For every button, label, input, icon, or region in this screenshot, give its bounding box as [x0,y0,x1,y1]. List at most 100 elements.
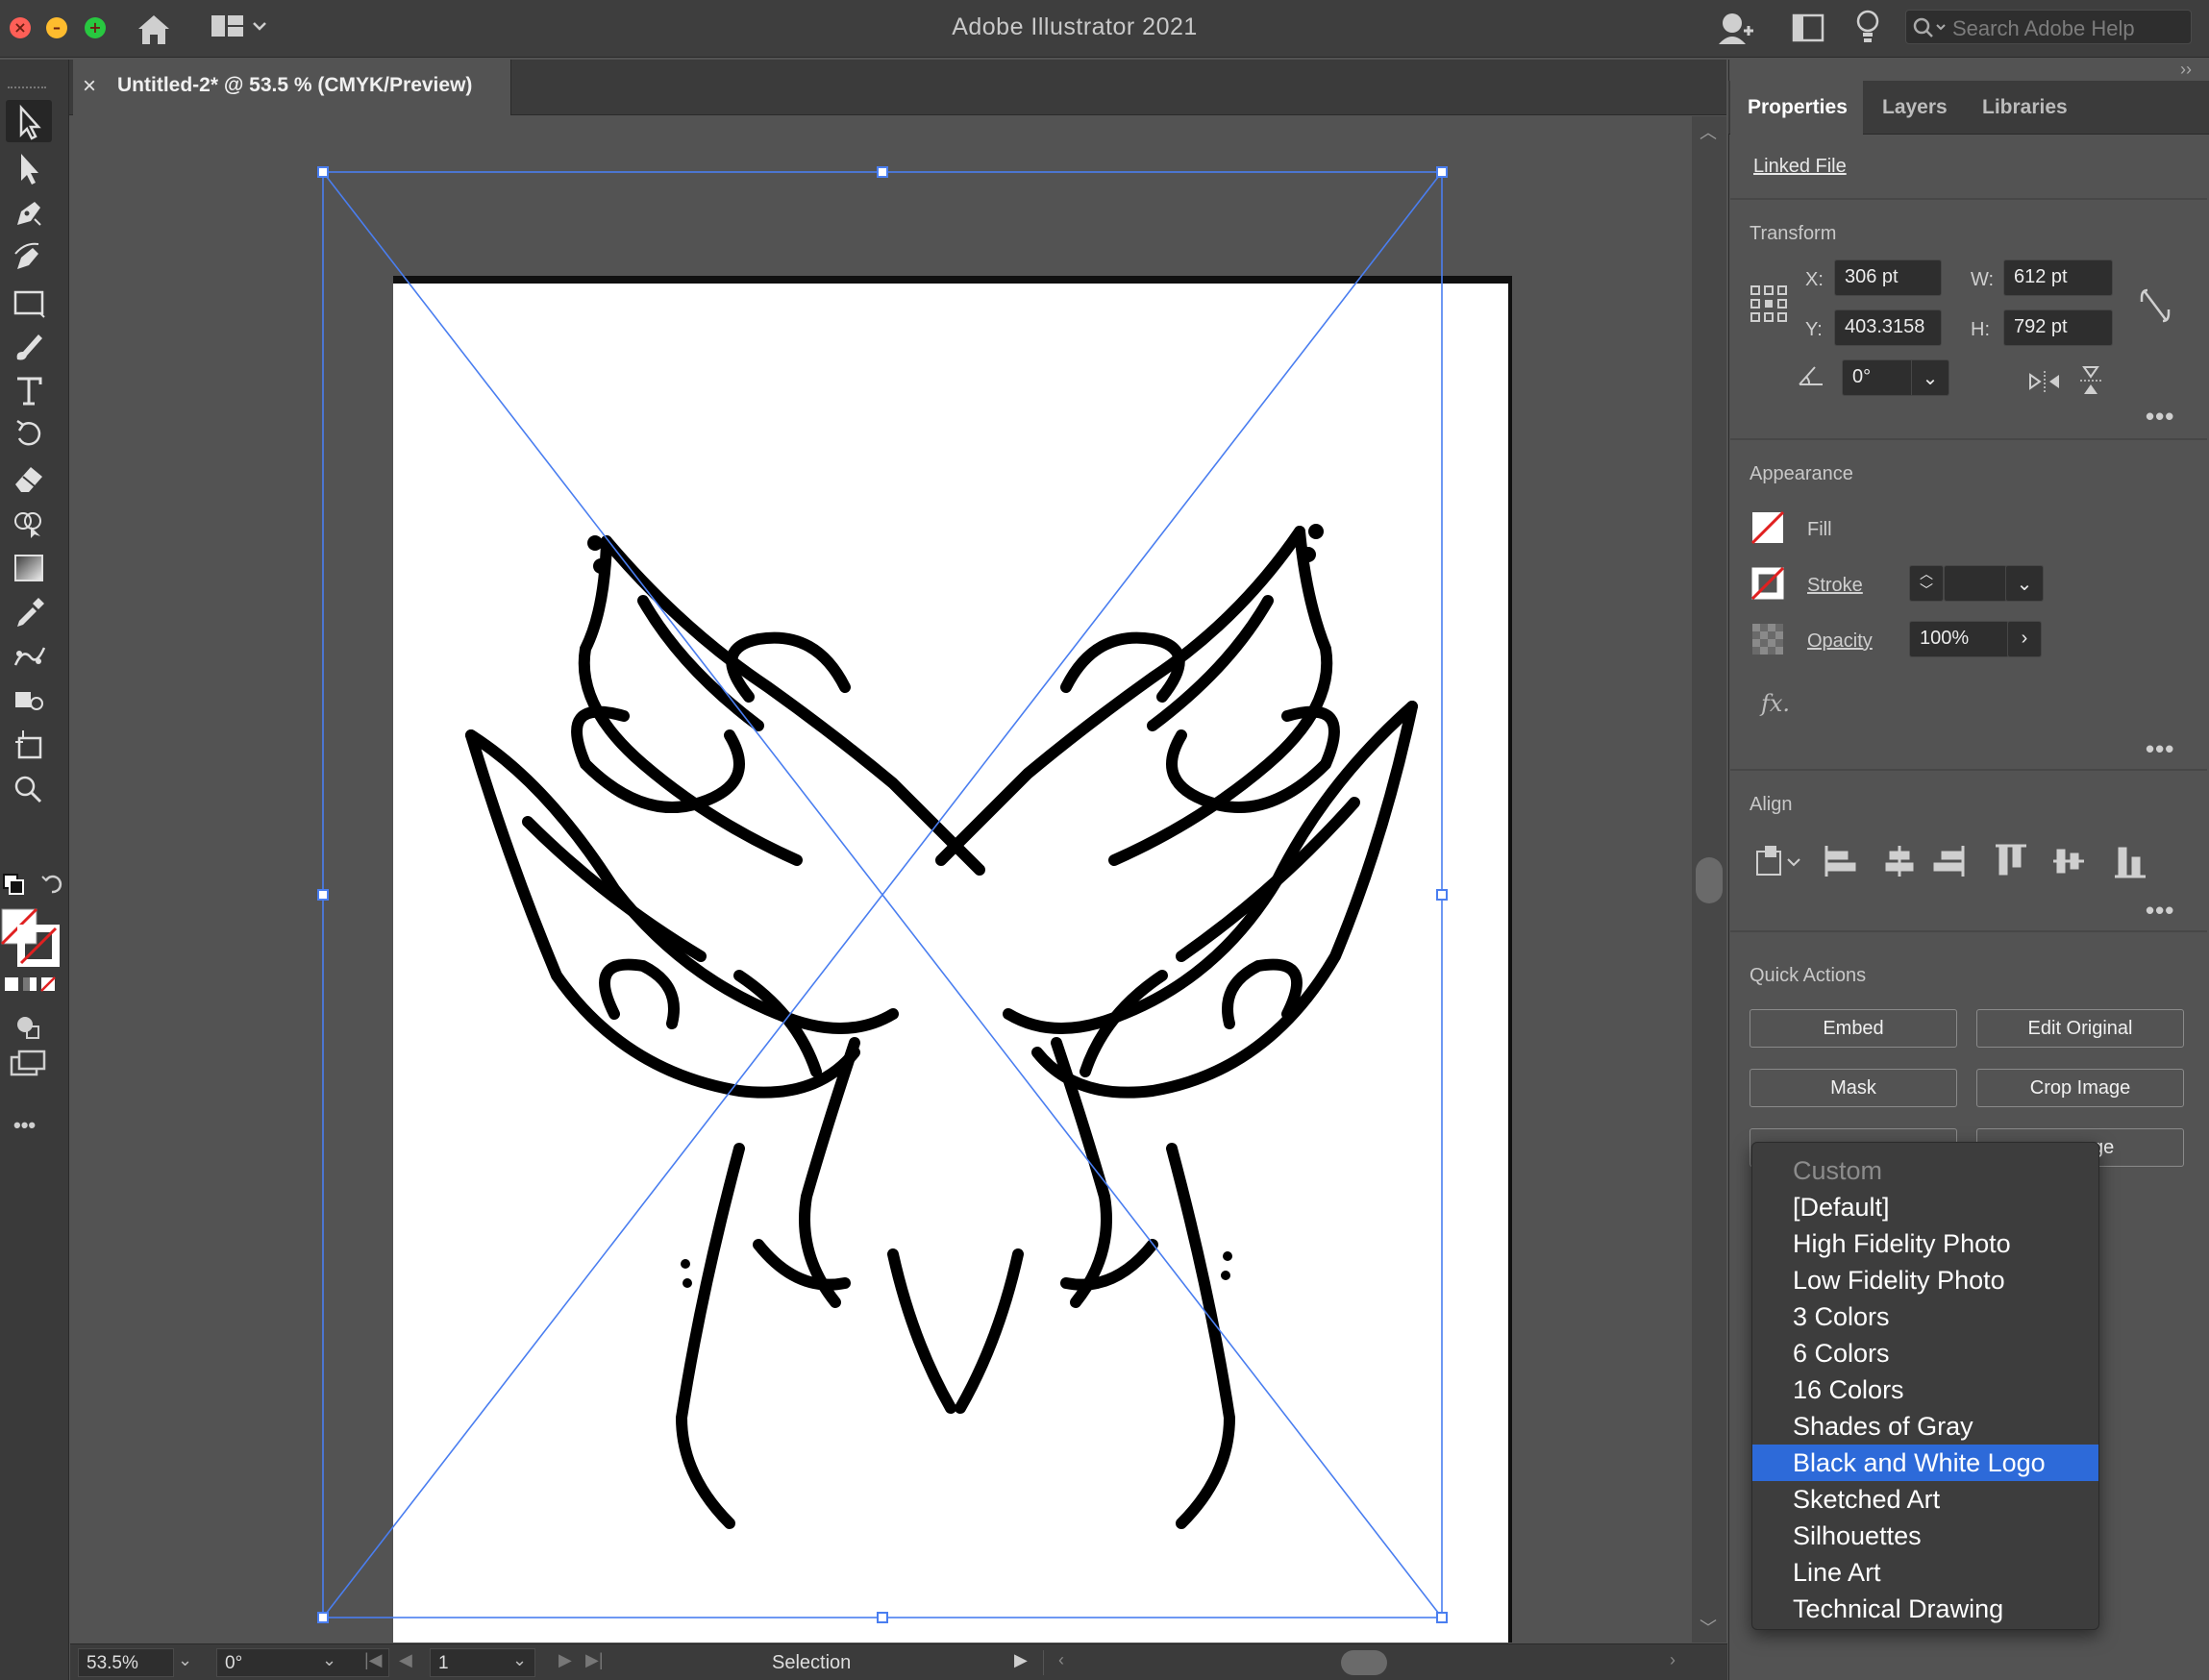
embed-button[interactable]: Embed [1750,1009,1957,1048]
discover-lightbulb-icon[interactable] [1853,8,1882,46]
fill-stroke-swatches[interactable] [0,907,62,967]
fill-swatch-icon[interactable] [1751,511,1784,544]
menu-item-black-and-white-logo[interactable]: Black and White Logo [1752,1445,2098,1481]
drawing-mode-icon[interactable] [10,1009,48,1044]
menu-item-3-colors[interactable]: 3 Colors [1752,1298,2098,1335]
search-input[interactable]: Search Adobe Help [1905,10,2192,44]
stroke-weight-dropdown[interactable]: ⌄ [2005,565,2044,602]
horizontal-scroll-thumb[interactable] [1341,1650,1387,1675]
first-artboard-icon[interactable]: |◀ [364,1650,383,1670]
stroke-swatch-icon[interactable] [1751,567,1784,600]
vertical-scroll-thumb[interactable] [1696,857,1723,903]
transform-more-options[interactable]: ••• [2146,402,2174,432]
w-field[interactable]: 612 pt [2003,259,2113,296]
scroll-down-icon[interactable]: ﹀ [1700,1615,1717,1640]
symbol-sprayer-tool[interactable] [6,679,52,721]
crop-image-button[interactable]: Crop Image [1976,1069,2184,1107]
scroll-right-icon[interactable]: › [1670,1650,1675,1670]
canvas[interactable] [70,116,1691,1643]
reference-point-icon[interactable] [1750,284,1788,323]
constrain-proportions-icon[interactable] [2136,284,2174,327]
type-tool[interactable] [6,369,52,411]
align-more-options[interactable]: ••• [2146,896,2174,926]
mask-button[interactable]: Mask [1750,1069,1957,1107]
artboard-tool[interactable] [6,723,52,765]
edit-toolbar-more[interactable]: ••• [13,1113,36,1138]
eraser-tool[interactable] [6,457,52,500]
swap-fill-stroke-icon[interactable] [2,867,63,902]
puppet-warp-tool[interactable] [6,634,52,677]
h-label: H: [1971,319,1990,340]
menu-item-6-colors[interactable]: 6 Colors [1752,1335,2098,1371]
direct-selection-tool[interactable] [6,146,52,188]
section-divider [1730,769,2207,771]
previous-artboard-icon[interactable]: ◀ [399,1650,412,1670]
stroke-weight-field[interactable] [1944,565,2007,602]
align-right-icon[interactable] [1933,846,1965,877]
collapse-panel-icon[interactable]: ›› [2180,60,2192,80]
tab-properties[interactable]: Properties [1730,81,1863,135]
next-artboard-icon[interactable]: ▶ [558,1650,572,1670]
tab-layers[interactable]: Layers [1869,81,1974,135]
menu-item-line-art[interactable]: Line Art [1752,1554,2098,1591]
user-share-icon[interactable] [1717,10,1755,46]
menu-item-technical-drawing[interactable]: Technical Drawing [1752,1591,2098,1627]
align-top-icon[interactable] [1996,844,2026,876]
rectangle-tool[interactable] [6,281,52,323]
last-artboard-icon[interactable]: ▶| [585,1650,604,1670]
align-vertical-center-icon[interactable] [2053,849,2084,874]
flip-horizontal-icon[interactable] [2028,367,2061,396]
artboard[interactable] [393,284,1508,1643]
stroke-weight-stepper[interactable]: ︿ ﹀ [1909,565,1944,602]
menu-item-sketched-art[interactable]: Sketched Art [1752,1481,2098,1518]
menu-item-16-colors[interactable]: 16 Colors [1752,1371,2098,1408]
rotation-field[interactable]: 0° [216,1648,389,1677]
scroll-left-icon[interactable]: ‹ [1058,1650,1064,1670]
linked-file-link[interactable]: Linked File [1753,156,1847,178]
align-left-icon[interactable] [1824,846,1856,877]
gradient-tool[interactable] [6,546,52,588]
selection-arrow-icon [19,104,41,140]
rotation-angle-dropdown[interactable]: ⌄ [1911,359,1949,396]
appearance-more-options[interactable]: ••• [2146,734,2174,764]
document-tab[interactable]: × Untitled-2* @ 53.5 % (CMYK/Preview) [73,60,511,115]
scroll-up-icon[interactable]: ︿ [1700,119,1717,144]
tab-libraries[interactable]: Libraries [1971,81,2096,135]
curvature-tool[interactable] [6,236,52,279]
pen-tool[interactable] [6,192,52,235]
menu-item-shades-of-gray[interactable]: Shades of Gray [1752,1408,2098,1445]
align-to-icon[interactable] [1751,842,1805,880]
status-menu-icon[interactable]: ▶ [1014,1650,1028,1670]
arrange-documents-icon[interactable] [1792,13,1824,42]
menu-item-high-fidelity-photo[interactable]: High Fidelity Photo [1752,1225,2098,1262]
align-horizontal-center-icon[interactable] [1885,846,1914,877]
fx-icon[interactable]: fx. [1761,690,1790,717]
menu-item-low-fidelity-photo[interactable]: Low Fidelity Photo [1752,1262,2098,1298]
zoom-tool[interactable] [6,767,52,809]
h-field[interactable]: 792 pt [2003,309,2113,346]
y-field[interactable]: 403.3158 [1834,309,1942,346]
opacity-expand-button[interactable]: › [2007,621,2042,657]
paintbrush-tool[interactable] [6,325,52,367]
screen-mode-icon[interactable] [10,1050,48,1084]
close-document-icon[interactable]: × [83,73,96,100]
opacity-label[interactable]: Opacity [1807,630,1873,653]
x-field[interactable]: 306 pt [1834,259,1942,296]
opacity-field[interactable]: 100% [1909,621,2009,657]
eyedropper-tool[interactable] [6,590,52,632]
selection-tool[interactable] [6,100,52,142]
menu-item-silhouettes[interactable]: Silhouettes [1752,1518,2098,1554]
flip-vertical-icon[interactable] [2076,365,2109,396]
edit-original-button[interactable]: Edit Original [1976,1009,2184,1048]
rotate-tool[interactable] [6,413,52,456]
align-bottom-icon[interactable] [2115,847,2146,878]
artboard-dropdown-icon[interactable]: ⌄ [512,1650,527,1670]
stroke-label[interactable]: Stroke [1807,575,1863,597]
shape-builder-tool[interactable] [6,502,52,544]
rotation-dropdown-icon[interactable]: ⌄ [322,1650,336,1670]
zoom-dropdown-icon[interactable]: ⌄ [178,1650,192,1670]
toolbar-grip[interactable] [8,86,46,90]
color-mode-icons[interactable] [4,975,58,996]
zoom-level-field[interactable]: 53.5% [78,1648,174,1677]
menu-item-default[interactable]: [Default] [1752,1189,2098,1225]
